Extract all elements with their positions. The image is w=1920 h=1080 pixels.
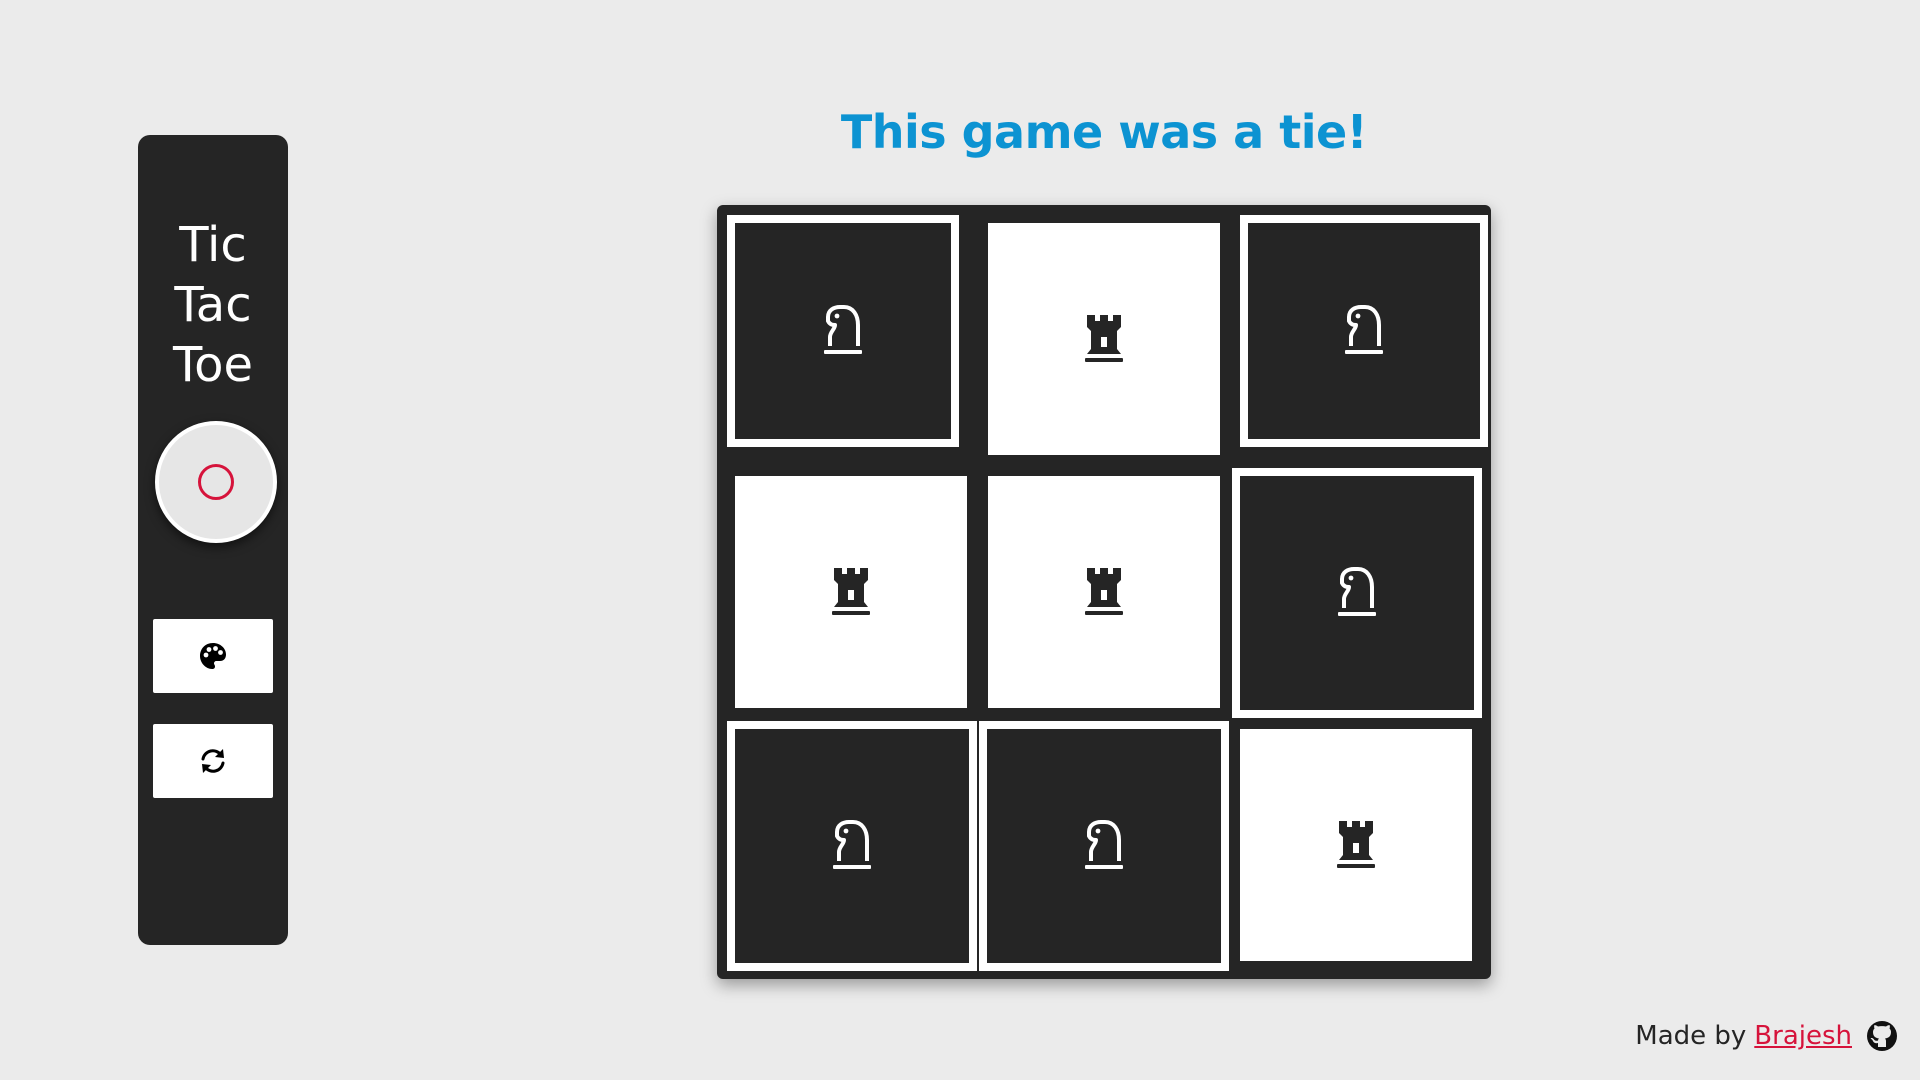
board-cell-5[interactable] bbox=[988, 476, 1220, 708]
chess-knight-icon bbox=[1338, 567, 1376, 616]
game-status-message: This game was a tie! bbox=[840, 105, 1368, 159]
board-cell-3[interactable] bbox=[1240, 215, 1488, 447]
github-link[interactable] bbox=[1866, 1020, 1898, 1052]
chess-knight-icon bbox=[833, 820, 871, 869]
title-line-tic: Tic bbox=[179, 217, 247, 273]
chess-rook-icon bbox=[1085, 315, 1123, 362]
board-cell-9[interactable] bbox=[1240, 729, 1472, 961]
board-cell-8[interactable] bbox=[979, 721, 1229, 971]
author-link[interactable]: Brajesh bbox=[1754, 1021, 1852, 1051]
refresh-icon bbox=[201, 749, 225, 773]
github-icon bbox=[1867, 1021, 1897, 1051]
board-cell-4[interactable] bbox=[735, 476, 967, 708]
chess-knight-icon bbox=[1085, 820, 1123, 869]
chess-rook-icon bbox=[832, 568, 870, 615]
title-line-tac: Tac bbox=[174, 277, 252, 333]
chess-rook-icon bbox=[1085, 568, 1123, 615]
chess-knight-icon bbox=[1345, 305, 1383, 354]
board-cell-7[interactable] bbox=[727, 721, 977, 971]
title-line-toe: Toe bbox=[172, 337, 254, 393]
board-cell-6[interactable] bbox=[1232, 468, 1482, 718]
restart-button[interactable] bbox=[153, 724, 273, 798]
game-title: Tic Tac Toe bbox=[138, 215, 288, 395]
current-player-indicator bbox=[155, 421, 277, 543]
o-mark-icon bbox=[198, 464, 234, 500]
chess-knight-icon bbox=[824, 305, 862, 354]
made-by-text: Made by bbox=[1635, 1021, 1747, 1051]
footer-credit: Made by Brajesh bbox=[1635, 1020, 1898, 1052]
board-cell-2[interactable] bbox=[988, 223, 1220, 455]
board-cell-1[interactable] bbox=[727, 215, 959, 447]
page: Tic Tac Toe This game was a tie! Made by… bbox=[0, 0, 1920, 1080]
chess-rook-icon bbox=[1337, 821, 1375, 868]
game-board bbox=[717, 205, 1491, 979]
sidebar: Tic Tac Toe bbox=[138, 135, 288, 945]
palette-icon bbox=[200, 643, 226, 669]
theme-button[interactable] bbox=[153, 619, 273, 693]
